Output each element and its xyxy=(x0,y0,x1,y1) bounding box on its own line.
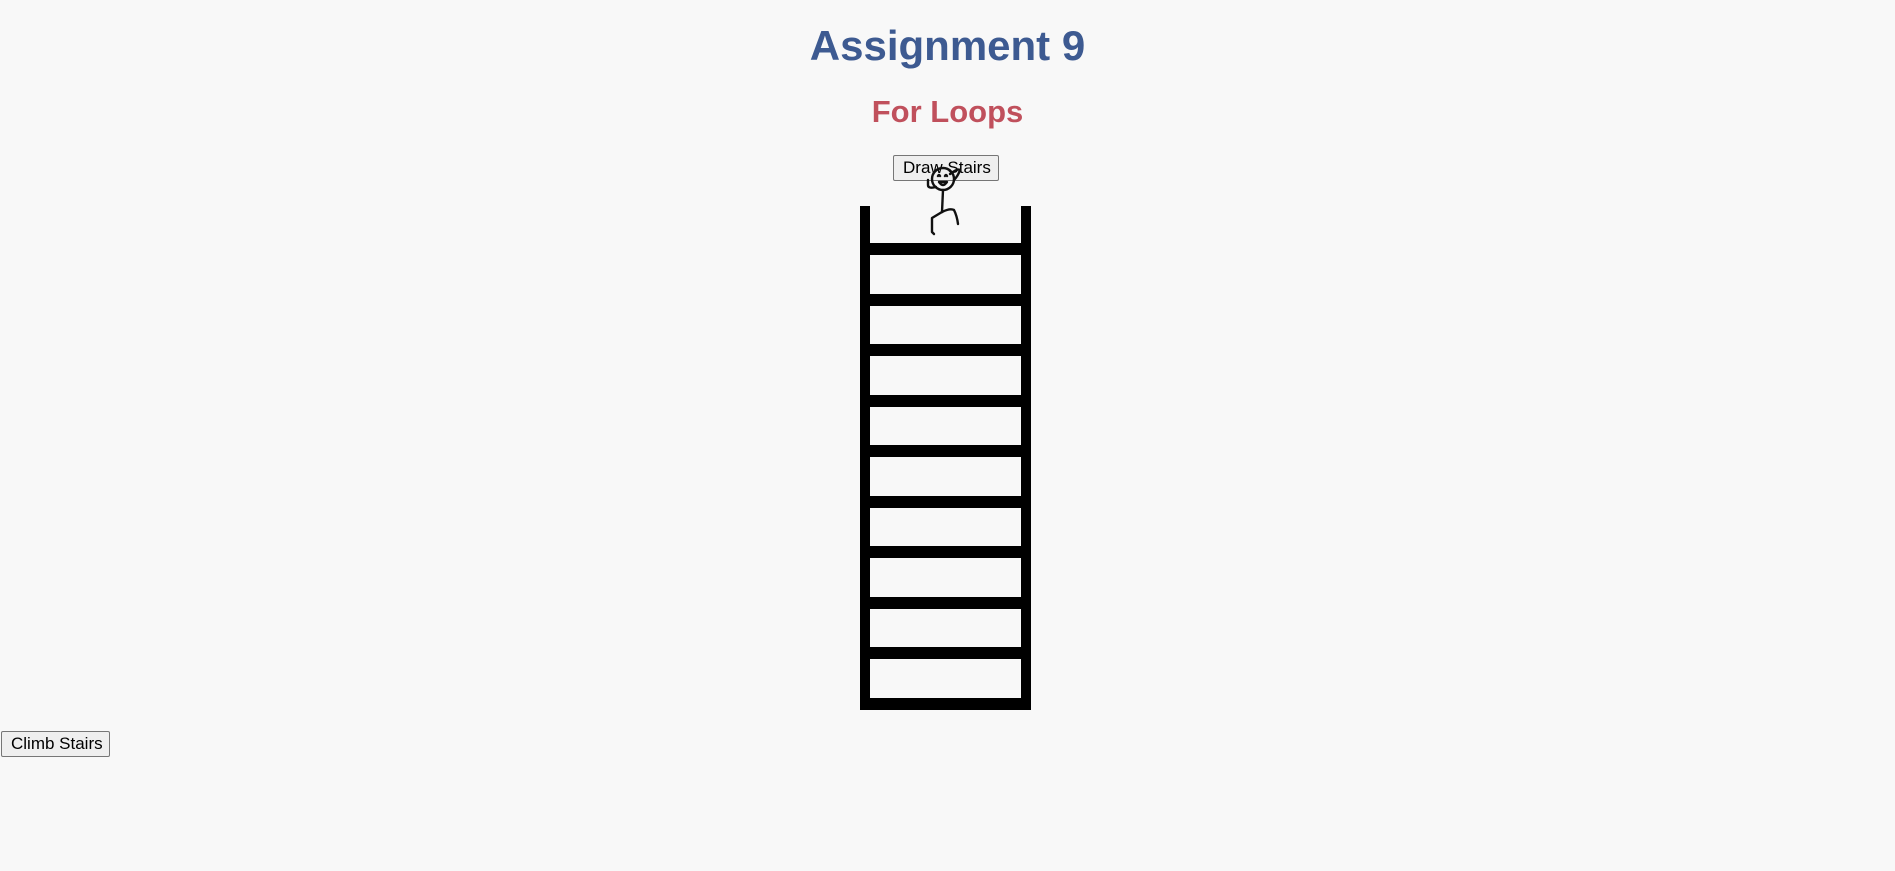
ladder-rung xyxy=(860,445,1031,457)
ladder xyxy=(860,206,1031,710)
ladder-rung xyxy=(860,294,1031,306)
ladder-rung xyxy=(860,647,1031,659)
ladder-rung xyxy=(860,698,1031,710)
ladder-rung xyxy=(860,496,1031,508)
page: Assignment 9 For Loops Draw Stairs Climb… xyxy=(0,0,1895,871)
ladder-rung xyxy=(860,344,1031,356)
ladder-rung xyxy=(860,546,1031,558)
page-title: Assignment 9 xyxy=(809,22,1086,69)
ladder-rung xyxy=(860,597,1031,609)
page-subtitle: For Loops xyxy=(871,94,1024,129)
stick-figure-icon xyxy=(926,166,962,236)
ladder-rung xyxy=(860,395,1031,407)
climb-stairs-button[interactable]: Climb Stairs xyxy=(1,731,110,757)
